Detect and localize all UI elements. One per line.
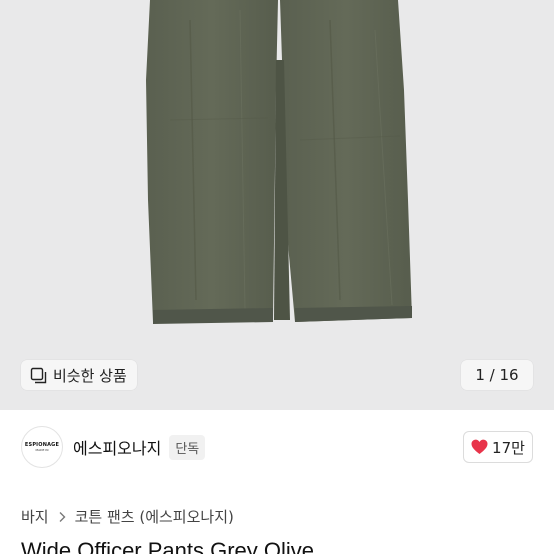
breadcrumb-item-category[interactable]: 바지 [21, 506, 49, 527]
seller-avatar[interactable]: ESPIONAGE MADE IN [21, 426, 63, 468]
seller-name[interactable]: 에스피오나지 [73, 435, 161, 459]
product-image-gallery[interactable]: 비슷한 상품 1 / 16 [0, 0, 554, 410]
product-image [146, 0, 412, 324]
image-pager: 1 / 16 [461, 360, 533, 390]
similar-products-label: 비슷한 상품 [53, 366, 127, 385]
product-title: Wide Officer Pants Grey Olive [21, 538, 315, 554]
like-button[interactable]: 17만 [463, 431, 533, 463]
similar-products-button[interactable]: 비슷한 상품 [21, 360, 137, 390]
chevron-right-icon [59, 511, 66, 522]
seller-row: ESPIONAGE MADE IN 에스피오나지 단독 17만 [0, 410, 554, 484]
breadcrumb: 바지 코튼 팬츠 (에스피오나지) [21, 506, 234, 527]
stacked-squares-icon [30, 367, 47, 383]
breadcrumb-item-subcategory[interactable]: 코튼 팬츠 (에스피오나지) [75, 506, 234, 527]
exclusive-badge: 단독 [169, 434, 206, 460]
like-count: 17만 [492, 438, 525, 457]
seller-logo-subtext: MADE IN [35, 448, 49, 452]
heart-icon [471, 439, 488, 454]
